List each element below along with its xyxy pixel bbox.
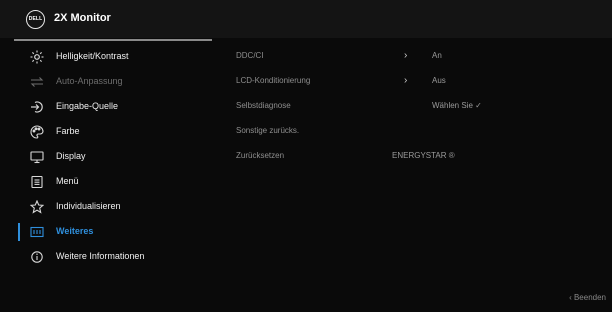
option-other-reset[interactable]: Sonstige zurücks. — [222, 120, 602, 144]
menu-item-menu[interactable]: Menü — [14, 169, 212, 194]
osd-header: DELL 2X Monitor — [0, 0, 612, 38]
exit-button[interactable]: ‹ Beenden — [569, 293, 606, 302]
menu-item-label: Individualisieren — [56, 201, 121, 211]
menu-item-label: Helligkeit/Kontrast — [56, 51, 129, 61]
menu-item-personalize[interactable]: Individualisieren — [14, 194, 212, 219]
menu-item-label: Eingabe-Quelle — [56, 101, 119, 111]
others-icon — [30, 225, 44, 239]
menu-item-input-source[interactable]: Eingabe-Quelle — [14, 94, 212, 119]
menu-item-label: Weiteres — [56, 226, 94, 236]
energystar-label: ENERGYSTAR ® — [392, 151, 455, 160]
option-self-diagnostic[interactable]: Selbstdiagnose Wählen Sie ✓ — [222, 95, 602, 119]
option-label: LCD-Konditionierung — [236, 76, 311, 85]
menu-item-display[interactable]: Display — [14, 144, 212, 169]
star-icon — [30, 200, 44, 214]
option-value: Aus — [432, 76, 446, 85]
brightness-icon — [30, 50, 44, 64]
menu-item-label: Menü — [56, 176, 79, 186]
option-value: An — [432, 51, 442, 60]
menu-item-color[interactable]: Farbe — [14, 119, 212, 144]
dell-logo: DELL — [26, 10, 45, 29]
option-label: Sonstige zurücks. — [236, 126, 300, 135]
menu-item-brightness-contrast[interactable]: Helligkeit/Kontrast — [14, 44, 212, 69]
menu-item-more-info[interactable]: Weitere Informationen — [14, 244, 212, 269]
menu-item-label: Weitere Informationen — [56, 251, 145, 261]
chevron-right-icon: › — [404, 50, 408, 61]
menu-item-auto-adjust[interactable]: Auto-Anpassung — [14, 69, 212, 94]
menu-item-label: Farbe — [56, 126, 80, 136]
menu-item-others[interactable]: Weiteres — [14, 219, 212, 244]
auto-adjust-icon — [30, 75, 44, 89]
input-source-icon — [30, 100, 44, 114]
option-label: Selbstdiagnose — [236, 101, 291, 110]
option-lcd-conditioning[interactable]: LCD-Konditionierung › Aus — [222, 70, 602, 94]
info-icon — [30, 250, 44, 264]
option-label: DDC/CI — [236, 51, 264, 60]
menu-icon — [30, 175, 44, 189]
menu-divider — [14, 39, 212, 41]
option-ddc-ci[interactable]: DDC/CI › An — [222, 45, 602, 69]
menu-item-label: Display — [56, 151, 86, 161]
monitor-osd: DELL 2X Monitor Helligkeit/Kontrast Auto… — [0, 0, 612, 312]
osd-title: 2X Monitor — [54, 12, 111, 24]
display-icon — [30, 150, 44, 164]
menu-item-label: Auto-Anpassung — [56, 76, 123, 86]
chevron-right-icon: › — [404, 75, 408, 86]
option-value: Wählen Sie ✓ — [432, 101, 482, 110]
option-label: Zurücksetzen — [236, 151, 285, 160]
color-palette-icon — [30, 125, 44, 139]
option-factory-reset[interactable]: Zurücksetzen ENERGYSTAR ® — [222, 145, 602, 169]
